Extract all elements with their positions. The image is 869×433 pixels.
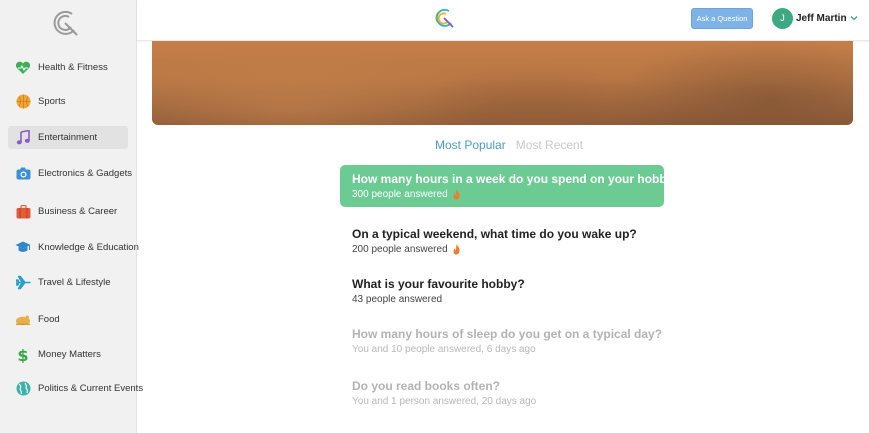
sidebar-item-label: Food — [38, 314, 60, 325]
graduation-cap-icon — [15, 240, 31, 256]
sidebar-item-label: Politics & Current Events — [38, 383, 144, 394]
chevron-down-icon[interactable] — [850, 14, 858, 22]
globe-icon — [15, 381, 31, 397]
sidebar-item-entertainment[interactable]: Entertainment — [8, 126, 128, 149]
sidebar-item-knowledge[interactable]: Knowledge & Education — [8, 236, 139, 259]
user-name[interactable]: Jeff Martin — [796, 13, 847, 24]
sidebar-item-food[interactable]: Food — [8, 308, 128, 331]
answer-meta: You and 10 people answered, 6 days ago — [352, 344, 536, 355]
airplane-icon — [15, 275, 31, 291]
question-item[interactable]: How many hours in a week do you spend on… — [340, 165, 681, 207]
chicken-icon — [15, 312, 31, 328]
hero-banner-image — [152, 41, 853, 125]
answer-count: 43 people answered — [352, 294, 443, 305]
ball-icon — [15, 94, 31, 110]
sidebar-item-label: Electronics & Gadgets — [38, 168, 132, 179]
sidebar-item-label: Money Matters — [38, 349, 101, 360]
question-item[interactable]: Do you read books often? You and 1 perso… — [340, 372, 664, 414]
question-title[interactable]: What is your favourite hobby? — [352, 277, 652, 291]
tab-most-recent[interactable]: Most Recent — [516, 138, 583, 152]
sidebar-item-sports[interactable]: Sports — [8, 90, 128, 113]
question-item[interactable]: On a typical weekend, what time do you w… — [340, 220, 664, 262]
sidebar-item-label: Health & Fitness — [38, 62, 108, 73]
answer-count: 300 people answered — [352, 189, 448, 200]
answer-meta: You and 1 person answered, 20 days ago — [352, 396, 537, 407]
question-title[interactable]: Do you read books often? — [352, 379, 652, 393]
question-tabs: Most Popular Most Recent — [435, 138, 583, 152]
camera-icon — [15, 166, 31, 182]
tab-most-popular[interactable]: Most Popular — [435, 138, 506, 152]
answer-count: 200 people answered — [352, 244, 448, 255]
question-title[interactable]: How many hours of sleep do you get on a … — [352, 327, 662, 341]
ask-question-button[interactable]: Ask a Question — [691, 8, 753, 29]
heart-icon — [15, 60, 31, 76]
briefcase-icon — [15, 204, 31, 220]
fire-icon — [453, 244, 460, 255]
question-item[interactable]: What is your favourite hobby? 43 people … — [340, 270, 664, 312]
sidebar-item-electronics[interactable]: Electronics & Gadgets — [8, 162, 132, 185]
sidebar-item-travel[interactable]: Travel & Lifestyle — [8, 271, 128, 294]
sidebar-item-politics[interactable]: Politics & Current Events — [8, 377, 143, 400]
svg-text:$: $ — [17, 347, 28, 363]
app-logo[interactable] — [50, 8, 80, 38]
brand-logo-icon[interactable] — [433, 7, 455, 29]
sidebar-item-label: Entertainment — [38, 132, 98, 143]
user-menu[interactable]: J Jeff Martin — [772, 7, 858, 29]
question-title[interactable]: How many hours in a week do you spend on… — [352, 172, 681, 186]
sidebar-item-label: Travel & Lifestyle — [38, 277, 111, 288]
sidebar-item-health-fitness[interactable]: Health & Fitness — [8, 56, 128, 79]
sidebar-item-label: Business & Career — [38, 206, 118, 217]
sidebar-item-label: Knowledge & Education — [38, 242, 139, 253]
music-note-icon — [15, 130, 31, 146]
sidebar-item-business[interactable]: Business & Career — [8, 200, 128, 223]
sidebar-item-label: Sports — [38, 96, 66, 107]
fire-icon — [453, 189, 460, 200]
avatar[interactable]: J — [772, 7, 793, 29]
sidebar: Health & Fitness Sports Entertainment El… — [0, 0, 143, 433]
question-item[interactable]: How many hours of sleep do you get on a … — [340, 320, 664, 362]
sidebar-item-money[interactable]: $ Money Matters — [8, 343, 128, 366]
question-title[interactable]: On a typical weekend, what time do you w… — [352, 227, 652, 241]
dollar-icon: $ — [15, 347, 31, 363]
top-header: Ask a Question J Jeff Martin — [137, 0, 869, 41]
